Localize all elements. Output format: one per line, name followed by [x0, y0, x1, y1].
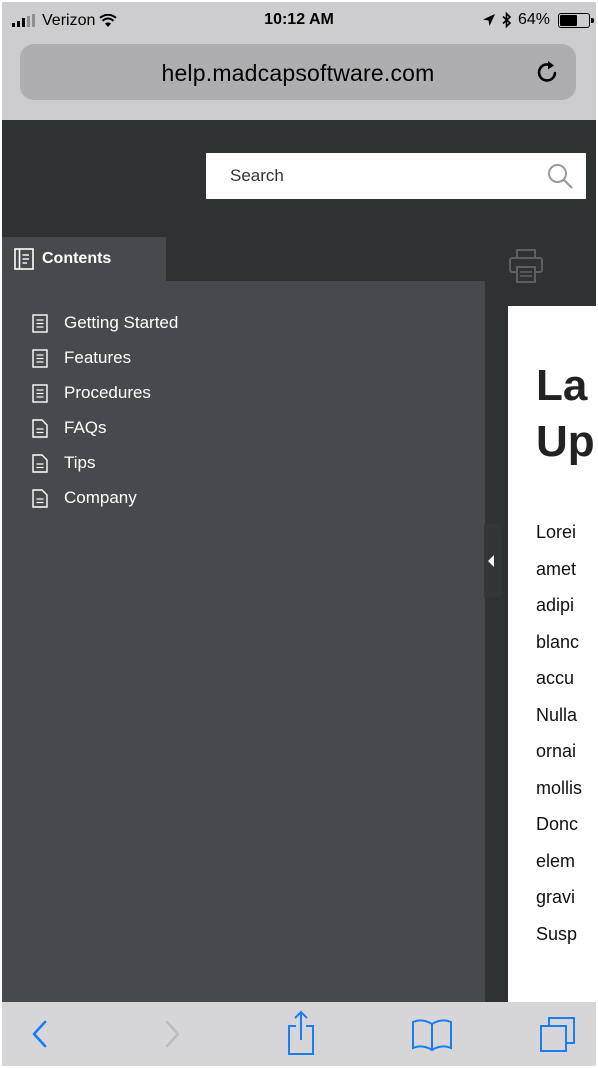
toc-panel: Getting Started Features Procedures FAQs… — [2, 281, 485, 1002]
bluetooth-icon — [502, 12, 512, 28]
toc-item-faqs[interactable]: FAQs — [2, 413, 262, 443]
address-bar[interactable]: help.madcapsoftware.com — [20, 44, 576, 100]
body-line: gravi — [536, 887, 576, 907]
contents-icon — [14, 248, 34, 270]
toc-item-label: Company — [64, 488, 137, 507]
toc-item-label: Features — [64, 348, 132, 367]
body-line: elem — [536, 850, 576, 871]
search-placeholder: Search — [230, 166, 284, 185]
book-icon — [32, 314, 48, 333]
tab-contents-label: Contents — [42, 250, 112, 267]
phone-screen: Verizon 10:12 AM 64% help.madcapsoftware… — [2, 2, 596, 1066]
share-button[interactable] — [286, 1002, 316, 1066]
back-icon — [32, 1020, 47, 1048]
topic-content: La Up Lorei amet adipi blanc accu Nulla … — [508, 306, 596, 1002]
browser-toolbar — [2, 1002, 596, 1066]
book-icon — [32, 384, 48, 403]
tab-contents[interactable]: Contents — [2, 237, 166, 281]
page-icon — [32, 419, 48, 438]
search-input[interactable]: Search — [206, 153, 586, 199]
battery-icon — [558, 12, 594, 28]
toc-item-procedures[interactable]: Procedures — [2, 378, 262, 408]
topic-title-line: La — [536, 361, 588, 410]
body-line: Lorei — [536, 522, 577, 542]
page-icon — [32, 454, 48, 473]
body-line: blanc — [536, 631, 580, 652]
body-line: mollis — [536, 777, 583, 798]
location-icon — [482, 14, 495, 26]
bookmarks-icon — [412, 1019, 452, 1052]
bookmarks-button[interactable] — [410, 1002, 454, 1066]
forward-icon — [165, 1020, 180, 1048]
page-icon — [32, 489, 48, 508]
reload-icon[interactable] — [534, 58, 562, 86]
print-icon[interactable] — [508, 248, 544, 284]
topic-title-line: Up — [536, 417, 595, 466]
toc-item-tips[interactable]: Tips — [2, 448, 262, 478]
back-button[interactable] — [30, 1002, 50, 1066]
body-line: Susp — [536, 923, 578, 944]
body-line: Nulla — [536, 704, 578, 725]
search-icon[interactable] — [546, 162, 574, 190]
body-line: ornai — [536, 741, 577, 761]
topic-title: La Up — [536, 358, 596, 470]
collapse-sidebar-handle[interactable] — [484, 524, 502, 598]
body-line: Donc — [536, 814, 579, 834]
battery-percent: 64% — [517, 11, 550, 28]
help-site: Search Contents Getting Started Features… — [2, 120, 596, 1002]
body-line: amet — [536, 558, 577, 579]
status-right: 64% — [482, 11, 594, 29]
topic-body: Lorei amet adipi blanc accu Nulla ornai … — [536, 514, 596, 952]
body-line: accu — [536, 668, 575, 688]
toc-item-label: Getting Started — [64, 313, 179, 332]
toc-item-label: Procedures — [64, 383, 151, 402]
toc-item-label: Tips — [64, 453, 96, 472]
toc-item-features[interactable]: Features — [2, 343, 262, 373]
status-bar: Verizon 10:12 AM 64% — [2, 2, 596, 42]
body-line: adipi — [536, 595, 575, 615]
book-icon — [32, 349, 48, 368]
forward-button[interactable] — [162, 1002, 182, 1066]
toc-item-label: FAQs — [64, 418, 107, 437]
tabs-button[interactable] — [538, 1002, 578, 1066]
collapse-arrow-icon — [488, 555, 494, 567]
tabs-icon — [540, 1017, 575, 1052]
share-icon — [288, 1010, 314, 1055]
toc-item-company[interactable]: Company — [2, 483, 262, 513]
url-text: help.madcapsoftware.com — [161, 60, 435, 86]
toc-item-getting-started[interactable]: Getting Started — [2, 308, 262, 338]
